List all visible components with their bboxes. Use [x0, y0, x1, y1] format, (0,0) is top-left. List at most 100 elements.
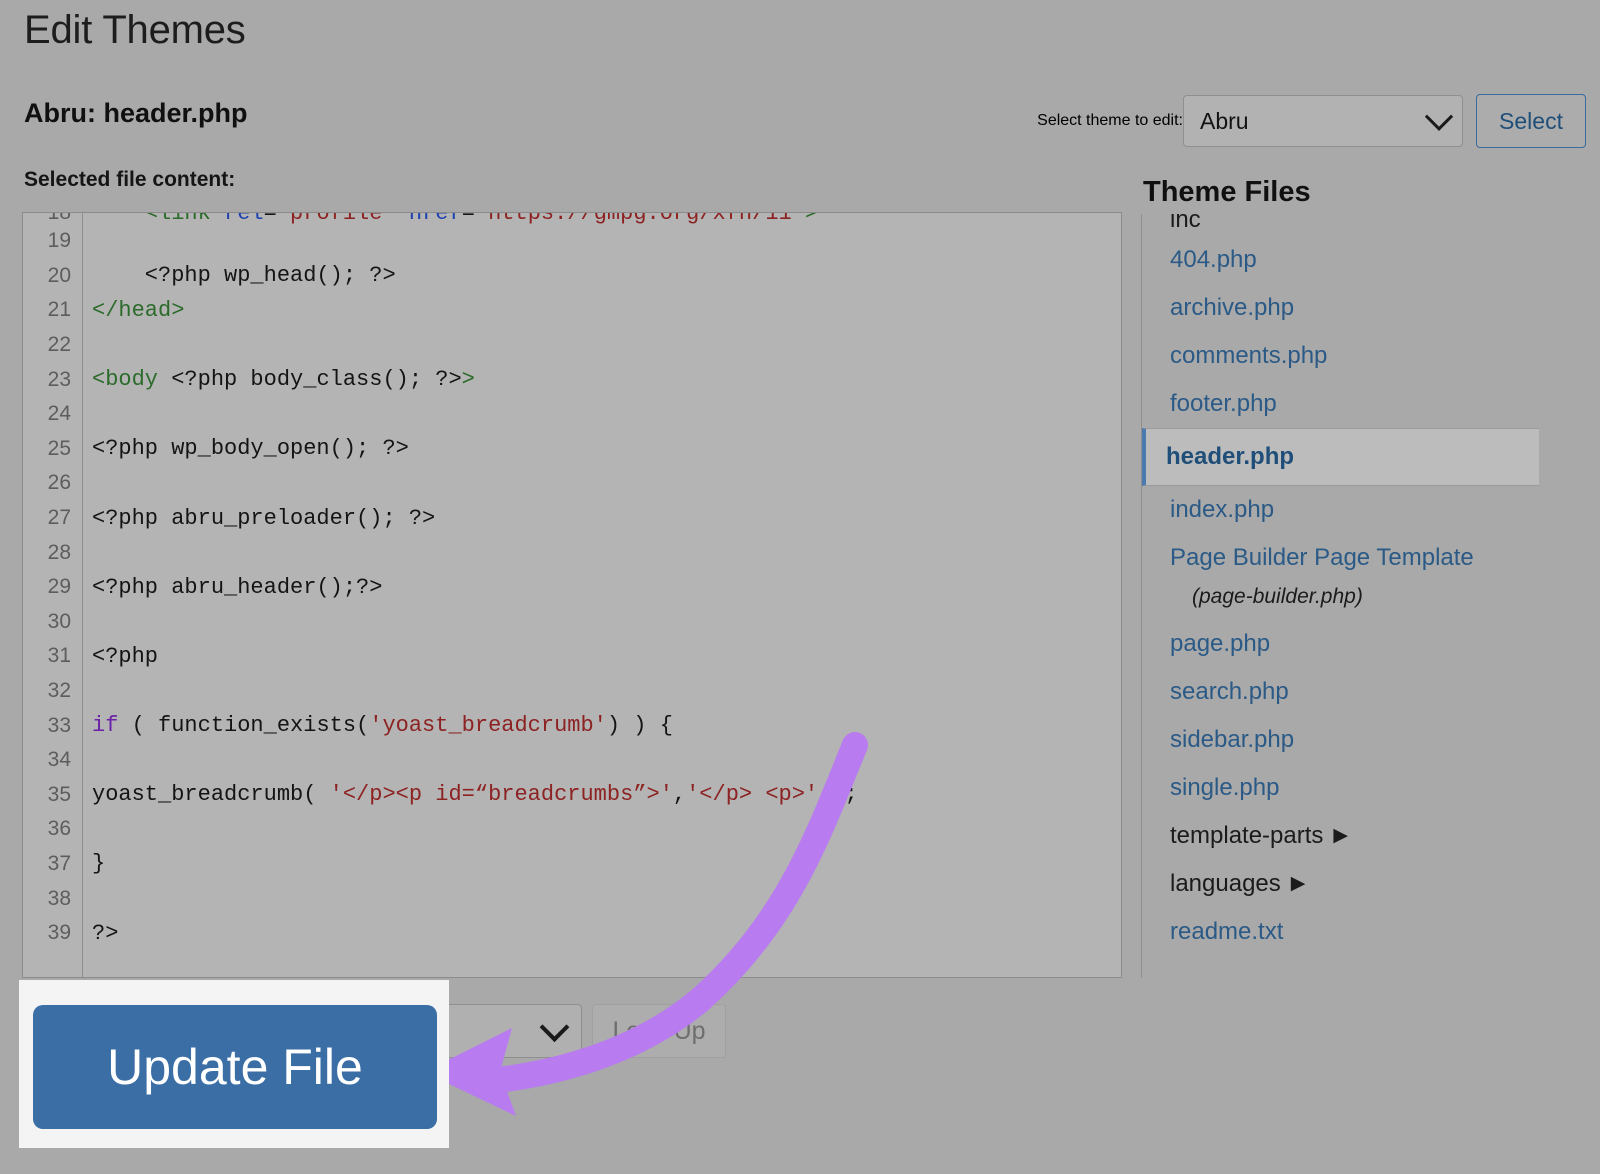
theme-select-value: Abru	[1200, 108, 1249, 135]
theme-file-label: 404.php	[1170, 246, 1257, 273]
theme-files-list[interactable]: inc 404.php archive.phpcomments.php footer.…	[1141, 214, 1539, 978]
theme-file-label: sidebar.php	[1170, 726, 1294, 753]
line-number: 37	[23, 852, 82, 876]
code-token: <?php abru_preloader(); ?>	[92, 506, 435, 531]
line-number: 24	[23, 402, 82, 426]
expand-caret-icon: ▶	[1291, 860, 1306, 908]
line-number: 31	[23, 644, 82, 668]
code-line-text: <?php wp_head(); ?>	[82, 263, 396, 288]
code-line: 36	[23, 812, 1121, 847]
theme-file-label: header.php	[1166, 443, 1294, 470]
code-token: '</p><p id=“breadcrumbs”>'	[330, 782, 673, 807]
theme-file-label: single.php	[1170, 774, 1279, 801]
line-number: 18	[23, 212, 82, 225]
code-token: </head>	[92, 298, 184, 323]
code-line: 29 <?php abru_header();?>	[23, 570, 1121, 605]
theme-file-label: languages	[1170, 870, 1281, 897]
line-number: 32	[23, 679, 82, 703]
code-token: =	[264, 212, 277, 226]
code-line: 27<?php abru_preloader(); ?>	[23, 501, 1121, 536]
theme-file-item[interactable]: page.php	[1142, 620, 1539, 668]
theme-file-label: search.php	[1170, 678, 1289, 705]
theme-file-item[interactable]: archive.php	[1142, 284, 1539, 332]
theme-file-item[interactable]: 404.php	[1142, 236, 1539, 284]
update-file-callout: Update File	[19, 980, 449, 1148]
code-token: ) ) {	[607, 713, 673, 738]
code-token: ( function_exists(	[118, 713, 369, 738]
code-token: 'yoast_breadcrumb'	[369, 713, 607, 738]
theme-file-item[interactable]: footer.php	[1142, 380, 1539, 428]
code-token: "profile"	[277, 212, 396, 226]
code-token: href	[409, 212, 462, 226]
code-token: <link	[145, 212, 224, 226]
file-heading: Abru: header.php	[24, 98, 248, 129]
code-token: <body	[92, 367, 158, 392]
theme-file-item[interactable]: readme.txt	[1142, 908, 1539, 956]
theme-files-title: Theme Files	[1143, 176, 1311, 209]
code-line: 24	[23, 397, 1121, 432]
code-line-text: <body <?php body_class(); ?>>	[82, 367, 475, 392]
code-editor[interactable]: 18 <link rel="profile" href="https://gmp…	[22, 212, 1122, 978]
code-token: >	[462, 367, 475, 392]
theme-file-item[interactable]: template-parts▶	[1142, 812, 1539, 860]
update-file-button[interactable]: Update File	[33, 1005, 437, 1129]
code-line: 21</head>	[23, 293, 1121, 328]
code-line: 25 <?php wp_body_open(); ?>	[23, 432, 1121, 467]
code-line: 38	[23, 881, 1121, 916]
line-number: 38	[23, 887, 82, 911]
code-lines-container: 18 <link rel="profile" href="https://gmp…	[23, 212, 1121, 950]
code-token: <?php abru_header();?>	[92, 575, 382, 600]
line-number: 25	[23, 437, 82, 461]
theme-selector-row: Select theme to edit: Abru Select	[1037, 94, 1586, 148]
code-line: 37}	[23, 847, 1121, 882]
code-line: 26	[23, 466, 1121, 501]
code-line: 22	[23, 328, 1121, 363]
theme-file-item[interactable]: Page Builder Page Template	[1142, 534, 1539, 582]
theme-select-dropdown[interactable]: Abru	[1183, 95, 1463, 147]
theme-file-item[interactable]: languages ▶	[1142, 860, 1539, 908]
code-line: 35yoast_breadcrumb( '</p><p id=“breadcru…	[23, 778, 1121, 813]
line-number: 36	[23, 817, 82, 841]
line-number: 22	[23, 333, 82, 357]
code-line-text: </head>	[82, 298, 184, 323]
selected-file-content-label: Selected file content:	[24, 168, 235, 192]
theme-select-label: Select theme to edit:	[1037, 112, 1183, 130]
theme-file-label: footer.php	[1170, 390, 1277, 417]
code-token: <?php body_class(); ?>	[158, 367, 462, 392]
code-token: ?>	[92, 921, 118, 946]
code-line: 34	[23, 743, 1121, 778]
theme-file-item[interactable]: inc	[1142, 214, 1539, 236]
theme-file-item[interactable]: index.php	[1142, 486, 1539, 534]
code-token: =	[462, 212, 475, 226]
theme-file-item[interactable]: search.php	[1142, 668, 1539, 716]
code-line-text: <?php abru_preloader(); ?>	[82, 506, 435, 531]
code-line-text: <?php abru_header();?>	[82, 575, 382, 600]
look-up-button[interactable]: Look Up	[592, 1004, 726, 1058]
code-token: >	[805, 212, 818, 226]
theme-file-item[interactable]: header.php	[1142, 428, 1539, 486]
code-token: <?php wp_body_open(); ?>	[92, 436, 409, 461]
code-line-text: <?php	[82, 644, 158, 669]
select-button[interactable]: Select	[1476, 94, 1586, 148]
code-token: <?php wp_head(); ?>	[92, 263, 396, 288]
code-line: 31<?php	[23, 639, 1121, 674]
line-number: 35	[23, 783, 82, 807]
code-line-text: if ( function_exists('yoast_breadcrumb')…	[82, 713, 673, 738]
line-number: 33	[23, 714, 82, 738]
theme-file-item[interactable]: single.php	[1142, 764, 1539, 812]
theme-file-item[interactable]: comments.php	[1142, 332, 1539, 380]
line-number: 19	[23, 229, 82, 253]
expand-caret-icon: ▶	[1333, 812, 1348, 860]
line-number: 39	[23, 921, 82, 945]
code-token: if	[92, 713, 118, 738]
code-token: );	[818, 782, 858, 807]
theme-file-subtitle: (page-builder.php)	[1142, 582, 1539, 620]
line-number: 30	[23, 610, 82, 634]
line-number: 26	[23, 471, 82, 495]
code-line: 32	[23, 674, 1121, 709]
line-number: 28	[23, 541, 82, 565]
code-line: 20 <?php wp_head(); ?>	[23, 259, 1121, 294]
line-number: 29	[23, 575, 82, 599]
theme-file-item[interactable]: sidebar.php	[1142, 716, 1539, 764]
theme-file-label: readme.txt	[1170, 918, 1283, 945]
